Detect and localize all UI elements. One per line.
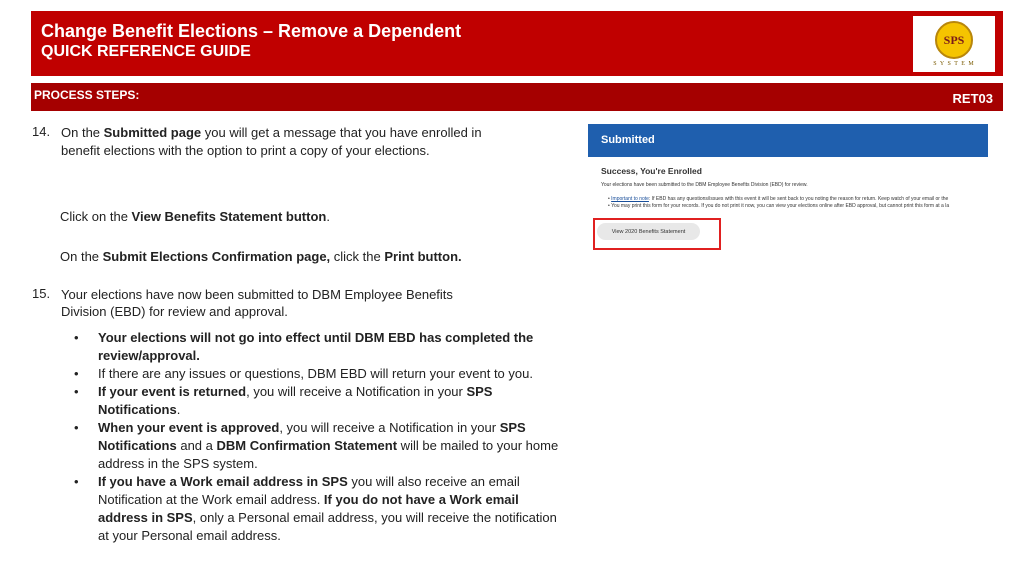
- success-heading: Success, You're Enrolled: [601, 166, 702, 176]
- step-14-line-1: On the Submitted page you will get a mes…: [61, 125, 482, 140]
- list-item: • If your event is returned, you will rec…: [74, 384, 493, 417]
- process-steps-bar: PROCESS STEPS: RET03: [31, 83, 1003, 111]
- note-bullet-1: • Important to note: If EBD has any ques…: [608, 196, 949, 202]
- page-subtitle: QUICK REFERENCE GUIDE: [41, 43, 251, 60]
- confirmation-instruction: On the Submit Elections Confirmation pag…: [60, 249, 462, 264]
- header-banner: Change Benefit Elections – Remove a Depe…: [31, 11, 1003, 76]
- list-item: • Your elections will not go into effect …: [74, 330, 534, 363]
- submitted-title: Submitted: [601, 134, 655, 146]
- highlight-box: [593, 218, 721, 250]
- logo-text: S Y S T E M: [933, 61, 975, 67]
- process-steps-label: PROCESS STEPS:: [34, 88, 140, 102]
- document-code: RET03: [952, 91, 993, 106]
- important-note-link[interactable]: Important to note: [611, 196, 649, 202]
- note-bullet-2: • You may print this form for your recor…: [608, 203, 950, 209]
- sps-logo: SPS S Y S T E M: [913, 16, 995, 72]
- step-15-line-2: Division (EBD) for review and approval.: [61, 304, 288, 319]
- step-14-line-2: benefit elections with the option to pri…: [61, 143, 430, 158]
- list-item: • When your event is approved, you will r…: [74, 420, 559, 471]
- click-instruction: Click on the View Benefits Statement but…: [60, 209, 330, 224]
- notes-list: • Your elections will not go into effect …: [74, 329, 564, 545]
- submitted-title-bar: Submitted: [588, 124, 988, 157]
- list-item: • If there are any issues or questions, D…: [74, 366, 533, 381]
- sps-seal-icon: SPS: [935, 21, 973, 59]
- step-14-number: 14.: [32, 124, 51, 139]
- list-item: • If you have a Work email address in SPS…: [74, 474, 557, 543]
- page-title: Change Benefit Elections – Remove a Depe…: [41, 21, 462, 41]
- success-paragraph: Your elections have been submitted to th…: [601, 182, 808, 188]
- step-15-number: 15.: [32, 286, 51, 301]
- step-15-line-1: Your elections have now been submitted t…: [61, 287, 453, 302]
